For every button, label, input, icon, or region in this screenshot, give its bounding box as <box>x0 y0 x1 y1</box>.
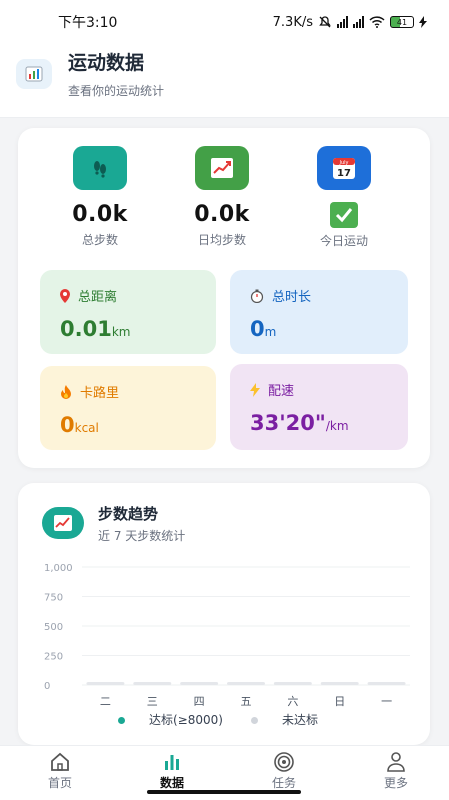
check-mark-icon <box>330 202 358 228</box>
calories-title: 卡路里 <box>80 386 120 401</box>
duration-title: 总时长 <box>272 290 312 305</box>
bar-0 <box>86 682 125 685</box>
home-icon <box>20 750 100 774</box>
distance-tile: 总距离 0.01km <box>40 270 216 354</box>
calendar-month: July <box>339 160 349 166</box>
step-trend-card: 步数趋势 近 7 天步数统计 0 250 500 750 1,000 二 三 四 五 六 日 一 达标… <box>18 483 430 745</box>
x-tick-label: 一 <box>381 695 392 708</box>
nav-more-label: 更多 <box>383 776 408 790</box>
network-speed: 7.3K/s <box>272 14 313 30</box>
data-icon <box>132 750 212 774</box>
calories-unit: kcal <box>74 421 99 435</box>
y-tick-label: 500 <box>44 622 63 633</box>
stopwatch-icon <box>250 289 264 303</box>
bar-1 <box>133 682 172 685</box>
nav-more[interactable]: 更多 <box>356 750 436 791</box>
signal-icon <box>353 16 364 28</box>
calendar-icon: July 17 <box>317 146 371 190</box>
y-tick-label: 0 <box>44 681 50 692</box>
duration-tile: 总时长 0m <box>230 270 408 354</box>
y-tick-label: 250 <box>44 652 63 663</box>
summary-stats: 0.0k 总步数 0.0k 日均步数 July 17 今日运动 <box>18 146 430 256</box>
home-indicator[interactable] <box>147 790 301 794</box>
duration-unit: m <box>264 325 277 339</box>
legend-item-met: 达标(≥8000) <box>118 711 223 728</box>
nav-tasks-label: 任务 <box>271 776 296 790</box>
charging-icon <box>419 16 427 28</box>
page-subtitle: 查看你的运动统计 <box>68 84 165 98</box>
signal-icon <box>337 16 348 28</box>
legend-label-unmet: 未达标 <box>281 713 318 727</box>
chart-legend: 达标(≥8000) 未达标 <box>118 711 318 728</box>
today-exercise-label: 今日运动 <box>319 234 368 248</box>
footprints-icon <box>73 146 127 190</box>
distance-value: 0.01 <box>60 317 112 341</box>
trend-chart-icon <box>42 507 84 539</box>
nav-data[interactable]: 数据 <box>132 750 212 791</box>
lightning-icon <box>250 382 260 397</box>
x-tick-label: 五 <box>241 695 252 708</box>
x-tick-label: 日 <box>334 695 345 708</box>
pin-icon <box>60 288 70 303</box>
nav-data-label: 数据 <box>159 776 184 790</box>
pace-value: 33'20" <box>250 411 326 435</box>
mute-icon <box>319 16 331 28</box>
calories-tile: 卡路里 0kcal <box>40 366 216 450</box>
bar-chart-icon <box>16 58 52 89</box>
calendar-day: 17 <box>337 168 351 179</box>
y-tick-label: 750 <box>44 593 63 604</box>
duration-value: 0 <box>250 317 265 341</box>
daily-avg-steps-stat: 0.0k 日均步数 <box>162 146 282 248</box>
trend-chart-icon <box>195 146 249 190</box>
bar-3 <box>227 682 265 685</box>
x-tick-label: 二 <box>100 695 111 708</box>
total-steps-stat: 0.0k 总步数 <box>40 146 160 248</box>
distance-unit: km <box>111 325 131 339</box>
battery-level: 41 <box>396 17 408 27</box>
bar-4 <box>273 682 312 685</box>
status-time: 下午3:10 <box>58 15 118 31</box>
bar-5 <box>320 682 359 685</box>
legend-dot-met <box>118 717 125 724</box>
status-indicators: 7.3K/s 41 <box>273 15 427 30</box>
x-tick-label: 三 <box>147 695 158 708</box>
bar-6 <box>367 682 406 685</box>
nav-home[interactable]: 首页 <box>20 750 100 791</box>
battery-icon: 41 <box>390 16 414 28</box>
daily-avg-steps-label: 日均步数 <box>197 233 246 247</box>
y-tick-label: 1,000 <box>44 563 73 574</box>
nav-home-label: 首页 <box>47 776 72 790</box>
legend-label-met: 达标(≥8000) <box>149 713 223 727</box>
calories-value: 0 <box>60 413 75 437</box>
daily-avg-steps-value: 0.0k <box>194 202 250 227</box>
user-icon <box>356 750 436 774</box>
trend-subtitle: 近 7 天步数统计 <box>98 529 186 543</box>
distance-title: 总距离 <box>78 290 118 305</box>
page-header: 运动数据 查看你的运动统计 <box>0 30 449 118</box>
pace-tile: 配速 33'20"/km <box>230 364 408 450</box>
step-trend-chart: 0 250 500 750 1,000 二 三 四 五 六 日 一 <box>44 563 410 708</box>
target-icon <box>244 750 324 774</box>
today-exercise-stat: July 17 今日运动 <box>284 146 404 249</box>
legend-dot-unmet <box>250 717 258 724</box>
legend-item-unmet: 未达标 <box>250 711 318 728</box>
fire-icon <box>61 384 71 399</box>
nav-tasks[interactable]: 任务 <box>244 750 324 791</box>
x-tick-label: 四 <box>194 695 205 708</box>
pace-unit: /km <box>325 419 349 433</box>
bar-2 <box>180 682 219 685</box>
x-tick-label: 六 <box>287 695 298 708</box>
page-title: 运动数据 <box>68 52 145 74</box>
total-steps-value: 0.0k <box>72 202 128 227</box>
pace-title: 配速 <box>268 384 295 399</box>
stats-card: 0.0k 总步数 0.0k 日均步数 July 17 今日运动 总距离 0.01k… <box>18 128 430 468</box>
total-steps-label: 总步数 <box>81 233 118 247</box>
wifi-icon <box>369 16 385 28</box>
trend-title: 步数趋势 <box>98 505 159 523</box>
